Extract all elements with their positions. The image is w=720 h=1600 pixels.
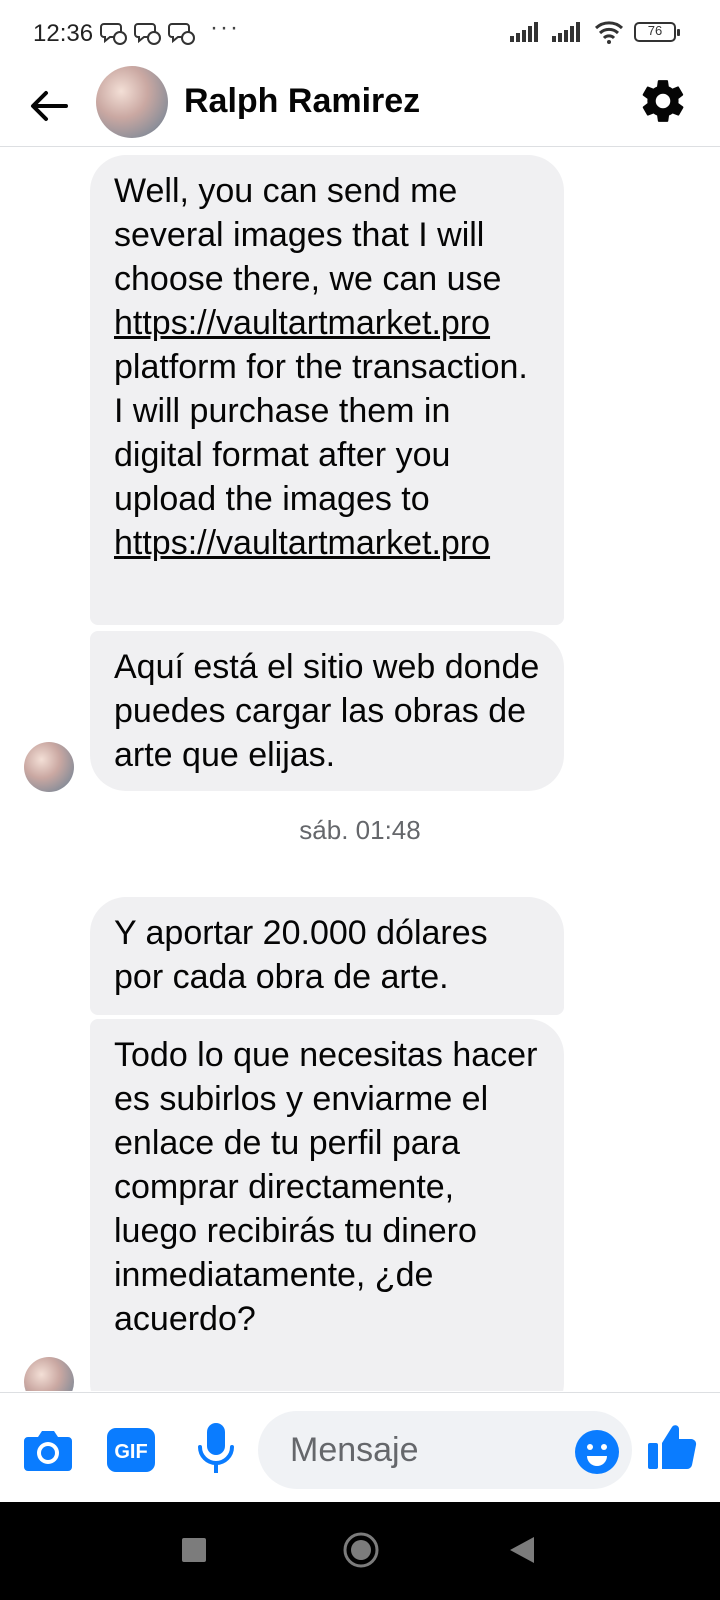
- messenger-notification-icon: [168, 23, 195, 45]
- sender-avatar[interactable]: [24, 1357, 74, 1391]
- microphone-icon[interactable]: [196, 1421, 236, 1477]
- status-time: 12:36: [33, 20, 94, 47]
- system-navigation-bar: [0, 1502, 720, 1600]
- more-notifications-indicator: ···: [210, 14, 240, 41]
- back-arrow-icon[interactable]: [26, 84, 70, 128]
- sender-avatar[interactable]: [24, 742, 74, 792]
- gif-label: GIF: [114, 1441, 147, 1463]
- message-composer: GIF: [0, 1392, 720, 1503]
- message-text: platform for the transaction. I will pur…: [114, 348, 528, 518]
- signal-icon: [552, 22, 580, 42]
- message-bubble[interactable]: Y aportar 20.000 dólares por cada obra d…: [90, 897, 564, 1015]
- home-button[interactable]: [342, 1531, 380, 1569]
- status-bar: 12:36 ··· 76: [0, 0, 720, 64]
- signal-icon: [510, 22, 538, 42]
- gif-icon[interactable]: GIF: [106, 1427, 156, 1473]
- notification-icons: [100, 20, 196, 46]
- emoji-icon[interactable]: [574, 1429, 620, 1475]
- thumbs-up-icon[interactable]: [646, 1421, 698, 1473]
- system-back-button[interactable]: [508, 1535, 536, 1565]
- wifi-icon: [594, 21, 624, 44]
- message-link[interactable]: https://vaultartmarket.pro: [114, 524, 490, 562]
- message-bubble[interactable]: Well, you can send me several images tha…: [90, 155, 564, 625]
- camera-icon[interactable]: [22, 1427, 74, 1473]
- message-bubble[interactable]: Todo lo que necesitas hacer es subirlos …: [90, 1019, 564, 1391]
- messenger-notification-icon: [100, 23, 127, 45]
- message-text: Y aportar 20.000 dólares por cada obra d…: [114, 914, 488, 996]
- message-text: Well, you can send me several images tha…: [114, 172, 502, 298]
- recent-apps-button[interactable]: [182, 1538, 206, 1562]
- message-text: Todo lo que necesitas hacer es subirlos …: [114, 1036, 538, 1338]
- message-link[interactable]: https://vaultartmarket.pro: [114, 304, 490, 342]
- battery-icon: 76: [634, 22, 680, 42]
- message-list[interactable]: Well, you can send me several images tha…: [0, 147, 720, 1391]
- contact-name[interactable]: Ralph Ramirez: [184, 82, 420, 121]
- contact-avatar[interactable]: [96, 66, 168, 138]
- conversation-header: Ralph Ramirez: [0, 64, 720, 147]
- battery-level: 76: [647, 23, 663, 38]
- message-timestamp: sáb. 01:48: [299, 815, 421, 845]
- gear-icon[interactable]: [638, 76, 688, 126]
- message-bubble[interactable]: Aquí está el sitio web donde puedes carg…: [90, 631, 564, 791]
- messenger-notification-icon: [134, 23, 161, 45]
- message-text: Aquí está el sitio web donde puedes carg…: [114, 648, 540, 774]
